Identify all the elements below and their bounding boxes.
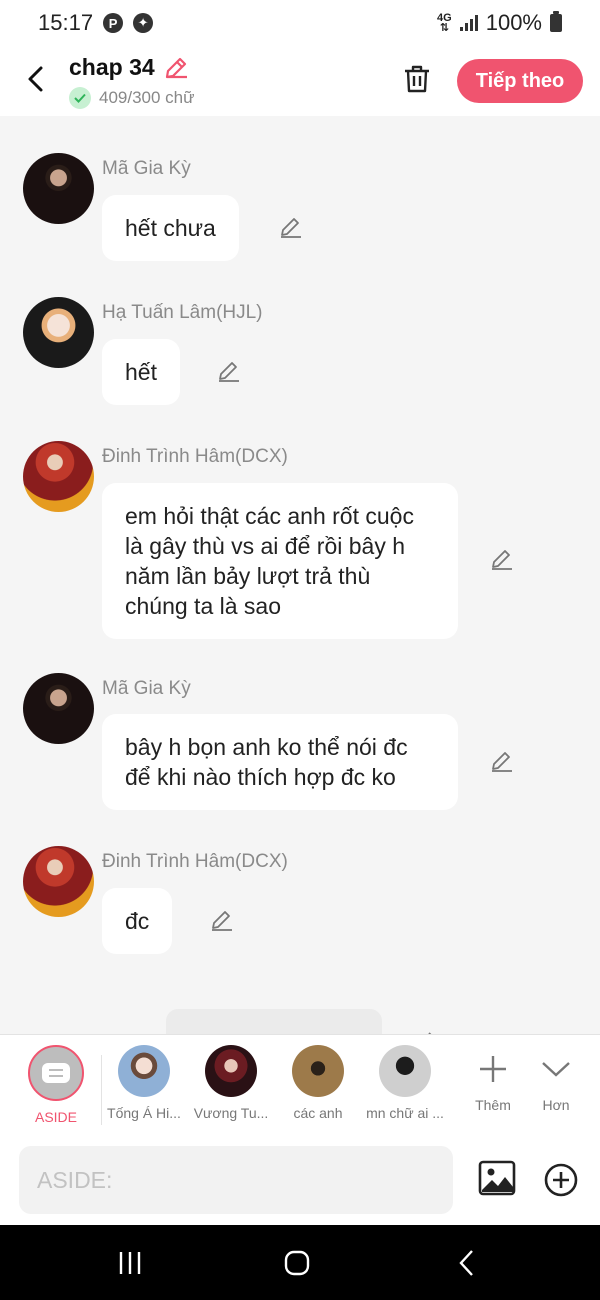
add-label: Thêm (475, 1097, 511, 1113)
word-count: 409/300 chữ (99, 88, 195, 107)
network-icon: 4G ⇅ (437, 12, 452, 34)
message-input[interactable] (19, 1146, 453, 1214)
avatar[interactable] (23, 846, 94, 917)
status-bar: 15:17 P ✦ 4G ⇅ 100% (0, 0, 600, 46)
character-item[interactable]: Tống Á Hi... (99, 1045, 189, 1121)
character-label: Vương Tu... (193, 1105, 269, 1121)
system-navigation-bar (0, 1225, 600, 1300)
character-item[interactable]: mn chữ ai ... (360, 1045, 450, 1121)
image-icon (478, 1160, 516, 1196)
character-aside[interactable]: ASIDE (11, 1045, 101, 1125)
back-nav-button[interactable] (446, 1245, 486, 1281)
character-label: ASIDE (34, 1109, 77, 1125)
chapter-info: chap 34 409/300 chữ (69, 54, 195, 109)
trash-icon (405, 65, 429, 93)
battery-level: 100% (485, 10, 542, 35)
insert-image-button[interactable] (478, 1160, 518, 1200)
pencil-icon (165, 57, 187, 78)
character-item[interactable]: các anh (273, 1045, 363, 1121)
status-time: 15:17 (38, 10, 94, 35)
delete-button[interactable] (400, 62, 434, 96)
avatar[interactable] (23, 153, 94, 224)
avatar[interactable] (23, 673, 94, 744)
character-label: mn chữ ai ... (366, 1105, 444, 1121)
sender-name: Mã Gia Kỳ (102, 678, 191, 699)
edit-message-button[interactable] (277, 213, 305, 241)
avatar (205, 1045, 257, 1097)
home-button[interactable] (277, 1245, 317, 1281)
input-bar (0, 1136, 600, 1225)
pinterest-icon: P (103, 13, 124, 33)
avatar (292, 1045, 344, 1097)
word-count-row: 409/300 chữ (69, 87, 195, 109)
message-bubble[interactable]: đc (102, 888, 173, 954)
collapse-label: Hơn (542, 1097, 570, 1113)
avatar (379, 1045, 431, 1097)
pencil-icon (492, 550, 512, 570)
avatar[interactable] (23, 441, 94, 512)
chapter-title: chap 34 (69, 54, 155, 80)
back-button[interactable] (20, 62, 50, 96)
plus-icon (480, 1056, 506, 1082)
add-button[interactable] (543, 1162, 579, 1198)
edit-message-button[interactable] (488, 545, 516, 573)
character-item[interactable]: Vương Tu... (186, 1045, 276, 1121)
edit-message-button[interactable] (488, 747, 516, 775)
pencil-icon (281, 218, 301, 238)
message-bubble[interactable]: bây h bọn anh ko thể nói đc để khi nào t… (102, 714, 458, 810)
recent-apps-button[interactable] (110, 1245, 150, 1281)
battery-icon (550, 11, 562, 32)
home-icon (284, 1250, 310, 1276)
sender-name: Đinh Trình Hâm(DCX) (102, 851, 288, 872)
add-circle-icon (544, 1163, 578, 1197)
sender-name: Đinh Trình Hâm(DCX) (102, 446, 288, 467)
chevron-left-icon (28, 66, 43, 92)
chapter-title-row[interactable]: chap 34 (69, 54, 189, 81)
chevron-down-icon (542, 1062, 570, 1077)
pencil-icon (212, 911, 232, 931)
sender-name: Hạ Tuấn Lâm(HJL) (102, 302, 263, 323)
app-icon: ✦ (133, 13, 154, 33)
pencil-icon (492, 752, 512, 772)
check-icon (69, 87, 91, 109)
message-list[interactable]: Mã Gia Kỳ hết chưa Hạ Tuấn Lâm(HJL) hết … (0, 116, 600, 1034)
signal-icon (459, 15, 478, 31)
character-picker: ASIDE Tống Á Hi... Vương Tu... các anh m… (0, 1034, 600, 1136)
message-bubble[interactable]: hết (102, 339, 180, 405)
back-icon (459, 1250, 473, 1276)
add-character-button[interactable]: Thêm (463, 1053, 523, 1113)
message-bubble[interactable]: em hỏi thật các anh rốt cuộc là gây thù … (102, 483, 458, 639)
edit-message-button[interactable] (208, 906, 236, 934)
edit-message-button[interactable] (215, 357, 243, 385)
avatar[interactable] (23, 297, 94, 368)
editor-header: chap 34 409/300 chữ Tiếp theo (0, 46, 600, 116)
pencil-icon (219, 362, 239, 382)
recent-apps-icon (119, 1252, 141, 1274)
message-bubble[interactable]: hết chưa (102, 195, 239, 261)
character-label: Tống Á Hi... (107, 1105, 181, 1121)
message-bubble-partial[interactable] (166, 1009, 382, 1034)
sender-name: Mã Gia Kỳ (102, 158, 191, 179)
next-button[interactable]: Tiếp theo (457, 59, 583, 103)
avatar (118, 1045, 170, 1097)
aside-icon (28, 1045, 84, 1101)
character-label: các anh (293, 1105, 343, 1121)
collapse-button[interactable]: Hơn (526, 1053, 586, 1113)
